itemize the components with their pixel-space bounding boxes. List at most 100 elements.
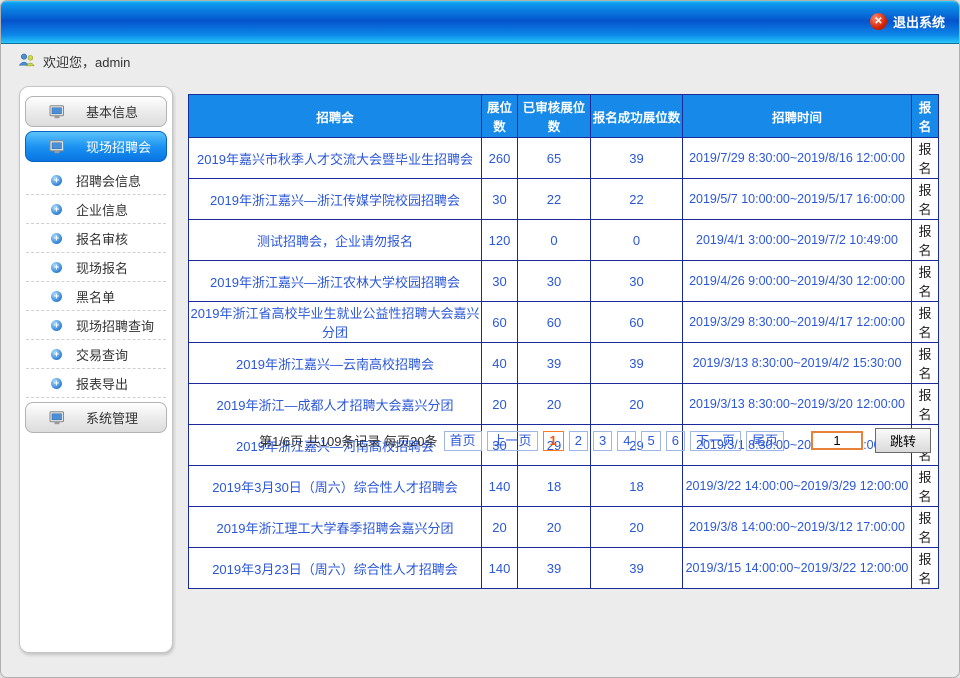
prev-page-button[interactable]: 上一页 <box>487 431 538 451</box>
pagination-bar: 第1/6页 共109条记录 每页20条 首页 上一页 123456 下一页 尾页… <box>188 428 931 453</box>
page-numbers: 123456 <box>543 431 685 451</box>
apply-link[interactable]: 报名 <box>912 261 939 302</box>
cell-booths: 140 <box>482 466 518 507</box>
apply-link[interactable]: 报名 <box>912 548 939 589</box>
cell-booths: 20 <box>482 384 518 425</box>
cell-time: 2019/5/7 10:00:00~2019/5/17 16:00:00 <box>683 179 912 220</box>
logout-label: 退出系统 <box>893 12 945 31</box>
table-row: 2019年浙江嘉兴—云南高校招聘会4039392019/3/13 8:30:00… <box>189 343 939 384</box>
fair-table-body: 2019年嘉兴市秋季人才交流大会暨毕业生招聘会26065392019/7/29 … <box>189 138 939 589</box>
sidebar-item[interactable]: +现场招聘查询 <box>26 311 166 340</box>
cell-name[interactable]: 2019年浙江理工大学春季招聘会嘉兴分团 <box>189 507 482 548</box>
table-row: 2019年嘉兴市秋季人才交流大会暨毕业生招聘会26065392019/7/29 … <box>189 138 939 179</box>
cell-approved: 65 <box>518 138 591 179</box>
apply-link[interactable]: 报名 <box>912 343 939 384</box>
cell-time: 2019/3/13 8:30:00~2019/3/20 12:00:00 <box>683 384 912 425</box>
sidebar-section-label: 现场招聘会 <box>86 137 151 156</box>
welcome-bar: 欢迎您，admin <box>1 45 959 77</box>
table-row: 2019年浙江省高校毕业生就业公益性招聘大会嘉兴分团6060602019/3/2… <box>189 302 939 343</box>
page-button[interactable]: 4 <box>617 431 636 451</box>
cell-success: 0 <box>591 220 683 261</box>
table-row: 2019年3月30日（周六）综合性人才招聘会14018182019/3/22 1… <box>189 466 939 507</box>
apply-link[interactable]: 报名 <box>912 466 939 507</box>
page-button[interactable]: 2 <box>569 431 588 451</box>
cell-success: 39 <box>591 548 683 589</box>
sidebar-section[interactable]: 基本信息 <box>25 96 167 127</box>
sidebar-item-label: 企业信息 <box>76 200 128 219</box>
sidebar-item[interactable]: +报表导出 <box>26 369 166 398</box>
column-header-booths: 展位数 <box>482 95 518 138</box>
sidebar-item-label: 招聘会信息 <box>76 171 141 190</box>
cell-name[interactable]: 2019年3月30日（周六）综合性人才招聘会 <box>189 466 482 507</box>
page-button[interactable]: 6 <box>666 431 685 451</box>
cell-booths: 60 <box>482 302 518 343</box>
last-page-button[interactable]: 尾页 <box>746 431 784 451</box>
cell-time: 2019/3/29 8:30:00~2019/4/17 12:00:00 <box>683 302 912 343</box>
sidebar-section[interactable]: 现场招聘会 <box>25 131 167 162</box>
apply-link[interactable]: 报名 <box>912 384 939 425</box>
cell-approved: 22 <box>518 179 591 220</box>
apply-link[interactable]: 报名 <box>912 138 939 179</box>
sidebar-item-label: 现场招聘查询 <box>76 316 154 335</box>
sidebar-section[interactable]: 系统管理 <box>25 402 167 433</box>
sidebar-item-label: 现场报名 <box>76 258 128 277</box>
cell-time: 2019/3/8 14:00:00~2019/3/12 17:00:00 <box>683 507 912 548</box>
apply-link[interactable]: 报名 <box>912 302 939 343</box>
sidebar-item[interactable]: +报名审核 <box>26 224 166 253</box>
cell-success: 20 <box>591 384 683 425</box>
sidebar-item[interactable]: +现场报名 <box>26 253 166 282</box>
page-button[interactable]: 1 <box>543 431 564 451</box>
apply-link[interactable]: 报名 <box>912 220 939 261</box>
table-header: 招聘会 展位数 已审核展位数 报名成功展位数 招聘时间 报名 <box>189 95 939 138</box>
cell-time: 2019/3/22 14:00:00~2019/3/29 12:00:00 <box>683 466 912 507</box>
cell-name[interactable]: 2019年嘉兴市秋季人才交流大会暨毕业生招聘会 <box>189 138 482 179</box>
cell-approved: 39 <box>518 548 591 589</box>
apply-link[interactable]: 报名 <box>912 507 939 548</box>
close-icon: ✕ <box>870 13 887 30</box>
cell-name[interactable]: 2019年浙江嘉兴—浙江农林大学校园招聘会 <box>189 261 482 302</box>
cell-name[interactable]: 2019年3月23日（周六）综合性人才招聘会 <box>189 548 482 589</box>
cell-name[interactable]: 2019年浙江省高校毕业生就业公益性招聘大会嘉兴分团 <box>189 302 482 343</box>
cell-booths: 40 <box>482 343 518 384</box>
table-row: 2019年浙江嘉兴—浙江传媒学院校园招聘会3022222019/5/7 10:0… <box>189 179 939 220</box>
cell-success: 30 <box>591 261 683 302</box>
cell-time: 2019/7/29 8:30:00~2019/8/16 12:00:00 <box>683 138 912 179</box>
sidebar-section-label: 基本信息 <box>86 102 138 121</box>
cell-success: 39 <box>591 343 683 384</box>
sidebar-item[interactable]: +企业信息 <box>26 195 166 224</box>
logout-button[interactable]: ✕ 退出系统 <box>870 12 945 31</box>
apply-link[interactable]: 报名 <box>912 179 939 220</box>
plus-bullet-icon: + <box>51 291 62 302</box>
column-header-success: 报名成功展位数 <box>591 95 683 138</box>
page-button[interactable]: 3 <box>593 431 612 451</box>
sidebar-item-label: 黑名单 <box>76 287 115 306</box>
cell-booths: 30 <box>482 261 518 302</box>
sidebar-item[interactable]: +招聘会信息 <box>26 166 166 195</box>
first-page-button[interactable]: 首页 <box>444 431 482 451</box>
cell-name[interactable]: 2019年浙江嘉兴—云南高校招聘会 <box>189 343 482 384</box>
jump-button[interactable]: 跳转 <box>875 428 931 453</box>
table-row: 2019年3月23日（周六）综合性人才招聘会14039392019/3/15 1… <box>189 548 939 589</box>
sidebar-item-label: 报名审核 <box>76 229 128 248</box>
cell-success: 39 <box>591 138 683 179</box>
cell-name[interactable]: 测试招聘会，企业请勿报名 <box>189 220 482 261</box>
cell-name[interactable]: 2019年浙江嘉兴—浙江传媒学院校园招聘会 <box>189 179 482 220</box>
column-header-apply: 报名 <box>912 95 939 138</box>
cell-name[interactable]: 2019年浙江—成都人才招聘大会嘉兴分团 <box>189 384 482 425</box>
users-icon <box>18 52 36 70</box>
jump-page-input[interactable] <box>811 431 863 450</box>
cell-success: 20 <box>591 507 683 548</box>
sidebar-item[interactable]: + 黑名单 <box>26 282 166 311</box>
cell-approved: 30 <box>518 261 591 302</box>
sidebar-item[interactable]: +交易查询 <box>26 340 166 369</box>
cell-approved: 60 <box>518 302 591 343</box>
page-button[interactable]: 5 <box>641 431 660 451</box>
top-banner: ✕ 退出系统 <box>1 1 959 44</box>
cell-success: 18 <box>591 466 683 507</box>
next-page-button[interactable]: 下一页 <box>690 431 741 451</box>
cell-approved: 20 <box>518 384 591 425</box>
monitor-icon <box>49 105 66 119</box>
cell-booths: 120 <box>482 220 518 261</box>
table-row: 2019年浙江嘉兴—浙江农林大学校园招聘会3030302019/4/26 9:0… <box>189 261 939 302</box>
monitor-icon <box>49 140 66 154</box>
